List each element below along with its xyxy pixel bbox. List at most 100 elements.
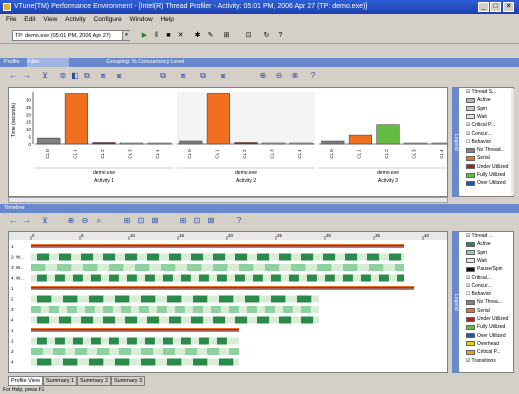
import-icon[interactable]: ⊞ <box>222 31 231 40</box>
legend-bottom-item[interactable]: Pause/Spin <box>466 266 503 272</box>
menu-configure[interactable]: Configure <box>94 16 122 23</box>
legend-top-item[interactable]: No Thread... <box>466 147 505 153</box>
legend-bottom-item[interactable]: ☑ Concur... <box>466 283 492 289</box>
legend-bottom-item[interactable]: Critical P... <box>466 349 501 355</box>
stop-icon[interactable]: ■ <box>164 31 173 40</box>
cancel-icon[interactable]: ✕ <box>176 31 185 40</box>
tab-profile-view[interactable]: Profile View <box>8 376 43 386</box>
tl-help-icon[interactable]: ? <box>234 215 244 227</box>
tl-critical-path2-icon[interactable]: ⊡ <box>192 215 202 227</box>
legend-top-item[interactable]: Over Utilized <box>466 180 506 186</box>
tl-zoom-out-icon[interactable]: ⊖ <box>80 215 90 227</box>
tl-zoom-in-icon[interactable]: ⊕ <box>66 215 76 227</box>
run-icon[interactable]: ▶ <box>140 31 149 40</box>
legend-bottom-item[interactable]: Fully Utilized <box>466 324 505 330</box>
group3-icon[interactable]: ⧈ <box>178 70 188 82</box>
checkbox-icon[interactable]: ☐ <box>466 291 470 297</box>
close-button[interactable]: ✕ <box>503 2 514 12</box>
tl-filter-icon[interactable]: ⊻ <box>40 215 50 227</box>
pause-icon[interactable]: ‖ <box>152 31 161 40</box>
tl-transitions-icon[interactable]: ⊠ <box>150 215 160 227</box>
checkbox-icon[interactable]: ☑ <box>466 122 470 128</box>
group4-icon[interactable]: ⧉ <box>198 70 208 82</box>
legend-top-item[interactable]: ☐ Behavior <box>466 139 491 145</box>
chevron-down-icon[interactable]: ▾ <box>122 31 130 40</box>
legend-bottom-item[interactable]: Spin <box>466 250 487 256</box>
concurrency-icon[interactable]: ◧ <box>70 70 80 82</box>
legend-top-item[interactable]: ☑ Thread S... <box>466 89 496 95</box>
tune-icon[interactable]: ✎ <box>206 31 215 40</box>
legend-bottom-item[interactable]: ☑ Critical... <box>466 275 491 281</box>
activity-select[interactable]: TP: demo.exe (05:01 PM, 2006 Apr 27) <box>12 30 130 41</box>
checkbox-icon[interactable]: ☑ <box>466 275 470 281</box>
refresh-icon[interactable]: ↻ <box>262 31 271 40</box>
group5-icon[interactable]: ⧆ <box>218 70 228 82</box>
tl-sync-icon[interactable]: ⊡ <box>136 215 146 227</box>
checkbox-icon[interactable]: ☑ <box>466 233 470 239</box>
tab-summary-1[interactable]: Summary 1 <box>43 376 78 386</box>
legend-bottom-item[interactable]: ☑ Transitions <box>466 358 496 364</box>
maximize-button[interactable]: □ <box>490 2 501 12</box>
checkbox-icon[interactable]: ☑ <box>466 283 470 289</box>
legend-bottom-item[interactable]: Over Utilized <box>466 333 506 339</box>
checkbox-icon[interactable]: ☑ <box>466 89 470 95</box>
minimize-button[interactable]: _ <box>478 2 489 12</box>
group-icon[interactable]: ⊚ <box>58 70 68 82</box>
tab-filter[interactable]: Filter <box>27 58 70 67</box>
legend-top-tab[interactable]: Legend <box>452 87 459 197</box>
forward-icon[interactable]: → <box>22 70 32 82</box>
compare-icon[interactable]: ⊡ <box>244 31 253 40</box>
checkbox-icon[interactable]: ☑ <box>466 358 470 364</box>
tl-forward-icon[interactable]: → <box>22 215 32 227</box>
tab-timeline[interactable]: Timeline <box>4 205 25 211</box>
legend-top-item[interactable]: ☑ Concur... <box>466 131 492 137</box>
legend-bottom-item[interactable]: ☑ Thread ... <box>466 233 493 239</box>
menu-file[interactable]: File <box>6 16 16 23</box>
menu-view[interactable]: View <box>43 16 57 23</box>
menu-help[interactable]: Help <box>160 16 173 23</box>
legend-top-item[interactable]: Fully Utilized <box>466 172 505 178</box>
legend-bottom-item[interactable]: Under Utilized <box>466 316 508 322</box>
profile-help-icon[interactable]: ? <box>308 70 318 82</box>
back-icon[interactable]: ← <box>8 70 18 82</box>
legend-bottom-item[interactable]: ☐ Behavior <box>466 291 491 297</box>
legend-top-item[interactable]: Spin <box>466 106 487 112</box>
help-icon[interactable]: ? <box>276 31 285 40</box>
legend-top-scrollbar[interactable] <box>511 89 514 195</box>
profile-scrollbar[interactable] <box>8 197 448 203</box>
active-segment <box>207 348 220 355</box>
legend-top-item[interactable]: Active <box>466 97 491 103</box>
tab-summary-3[interactable]: Summary 3 <box>111 376 146 386</box>
zoom-in-icon[interactable]: ⊕ <box>258 70 268 82</box>
checkbox-icon[interactable]: ☑ <box>466 131 470 137</box>
tl-zoom-fit-icon[interactable]: ⊞ <box>122 215 132 227</box>
menu-edit[interactable]: Edit <box>24 16 35 23</box>
settings-icon[interactable]: ✱ <box>193 31 202 40</box>
legend-bottom-tab[interactable]: Legend <box>452 231 459 373</box>
tab-summary-2[interactable]: Summary 2 <box>77 376 112 386</box>
zoom-out-icon[interactable]: ⊖ <box>274 70 284 82</box>
zoom-fit-icon[interactable]: ⊗ <box>290 70 300 82</box>
legend-top-item[interactable]: Serial <box>466 155 490 161</box>
legend-bottom-item[interactable]: Overhead <box>466 341 499 347</box>
legend-bottom-item[interactable]: Wait <box>466 258 487 264</box>
tl-zoom-select-icon[interactable]: ⌕ <box>94 215 104 227</box>
legend-top-item[interactable]: Under Utilized <box>466 164 508 170</box>
tl-critical-path-icon[interactable]: ⊞ <box>178 215 188 227</box>
group2-icon[interactable]: ⧉ <box>158 70 168 82</box>
tl-critical-path3-icon[interactable]: ⊠ <box>206 215 216 227</box>
legend-bottom-item[interactable]: Active <box>466 241 491 247</box>
menu-activity[interactable]: Activity <box>65 16 86 23</box>
tab-profile[interactable]: Profile <box>4 59 20 65</box>
activity-icon[interactable]: ⧆ <box>114 70 124 82</box>
object-icon[interactable]: ⧈ <box>98 70 108 82</box>
filter-icon[interactable]: ⊻ <box>40 70 50 82</box>
menu-window[interactable]: Window <box>130 16 153 23</box>
tl-back-icon[interactable]: ← <box>8 215 18 227</box>
legend-top-item[interactable]: Wait <box>466 114 487 120</box>
thread-icon[interactable]: ⧉ <box>82 70 92 82</box>
checkbox-icon[interactable]: ☐ <box>466 139 470 145</box>
legend-top-item[interactable]: ☑ Critical P... <box>466 122 495 128</box>
legend-bottom-item[interactable]: No Threa... <box>466 299 502 305</box>
legend-bottom-item[interactable]: Serial <box>466 308 490 314</box>
